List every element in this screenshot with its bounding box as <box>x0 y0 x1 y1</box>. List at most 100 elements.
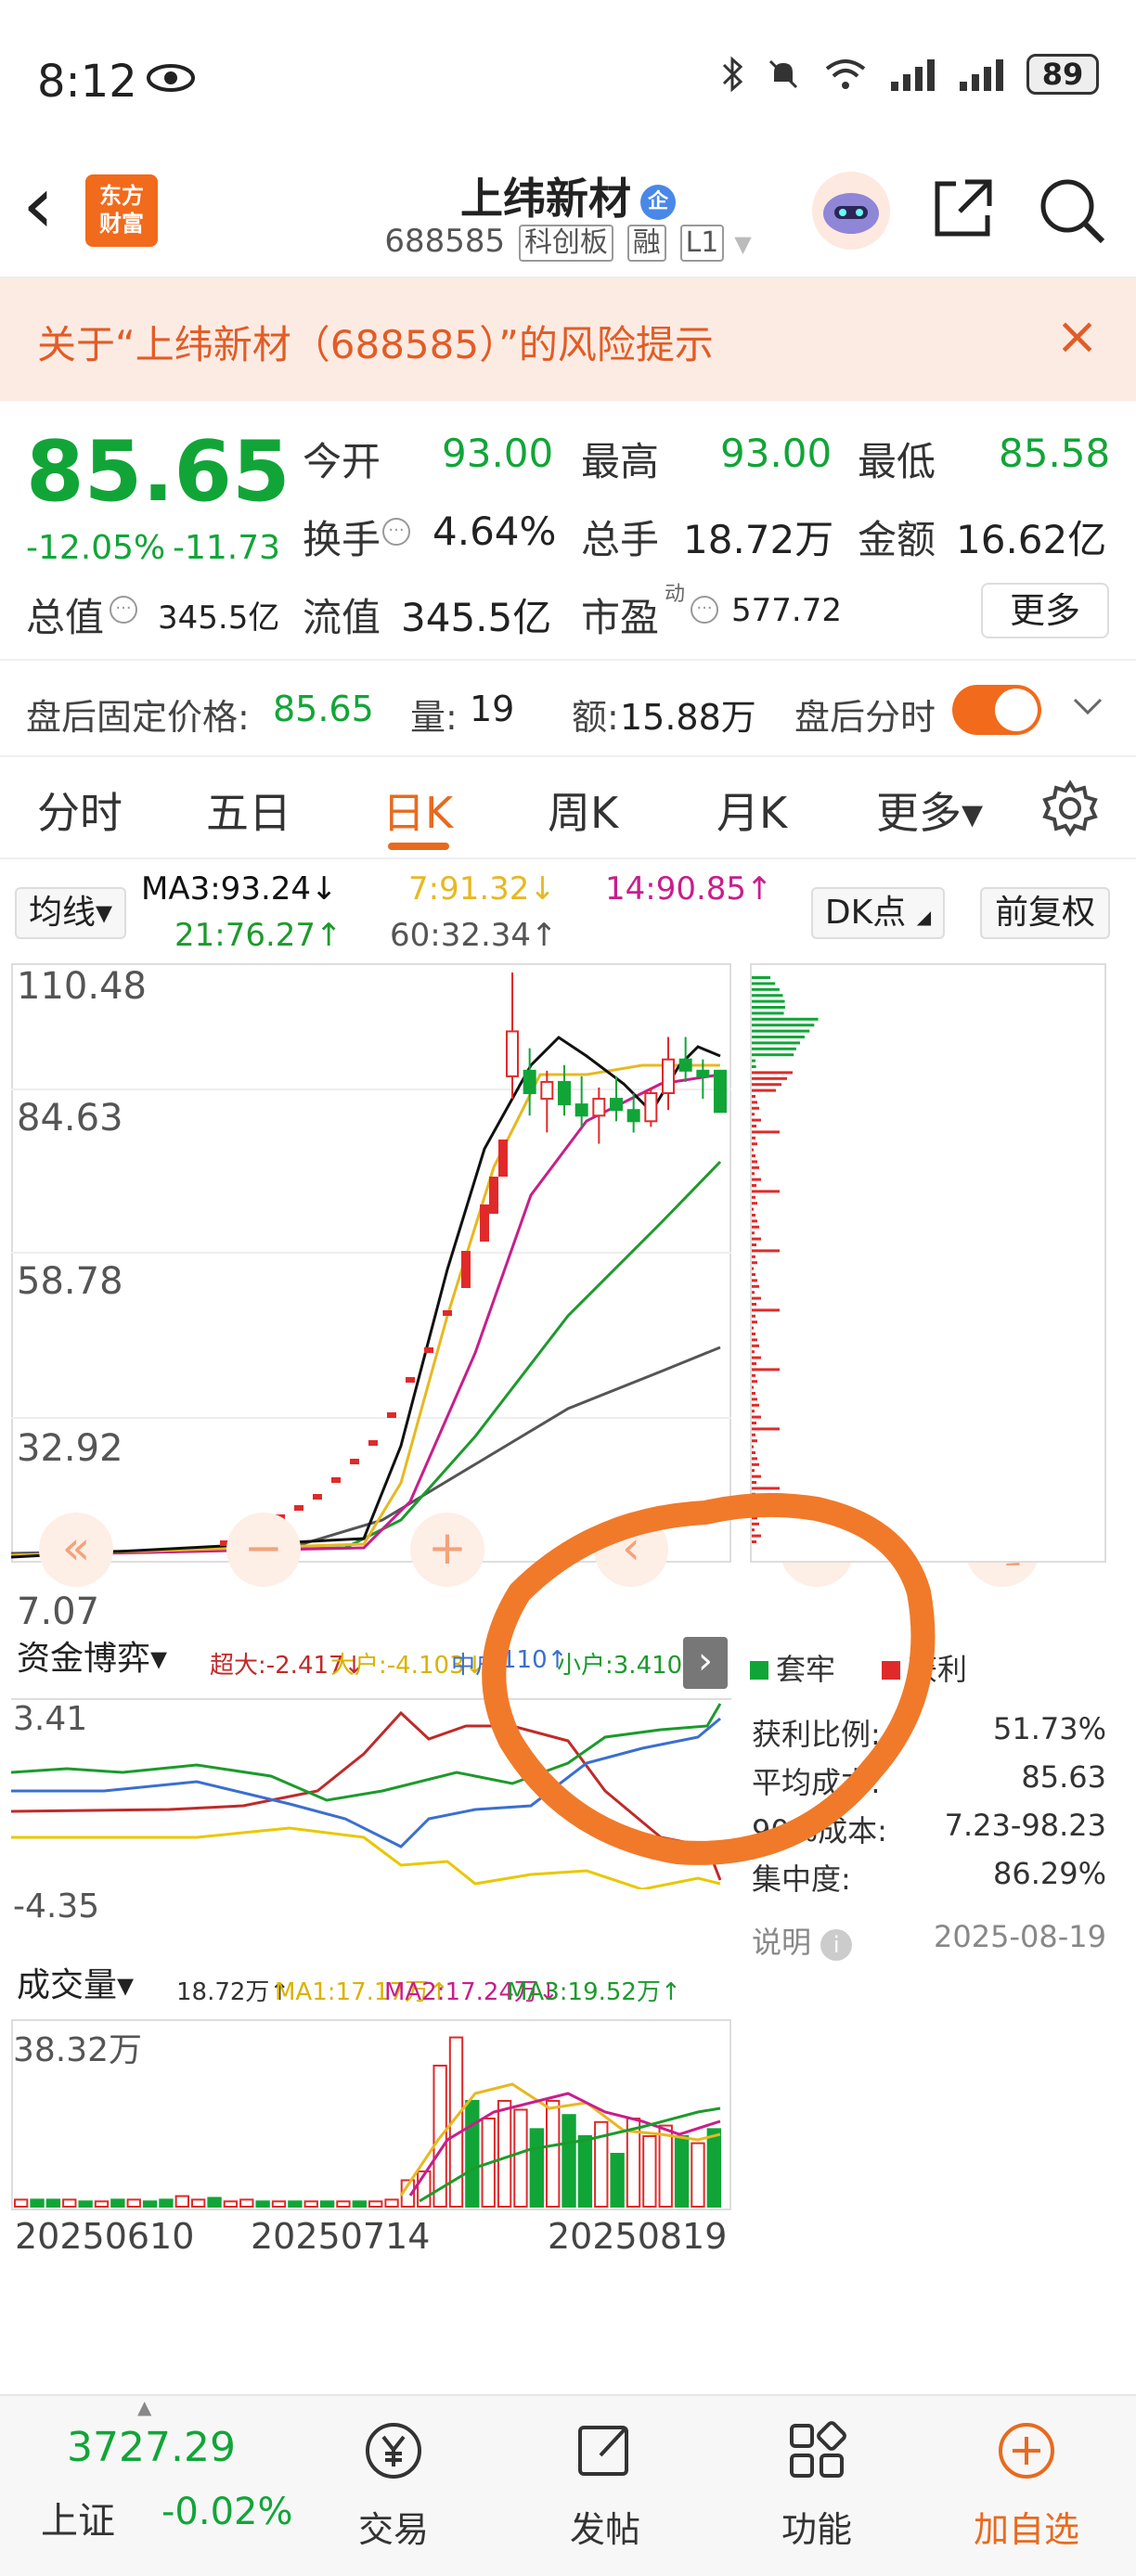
chip-bar <box>752 994 783 998</box>
chip-date: 2025-08-19 <box>934 1919 1106 1954</box>
high-value: 93.00 <box>720 431 833 476</box>
info-icon[interactable]: i <box>820 1929 853 1961</box>
info-icon[interactable]: ··· <box>382 518 410 546</box>
index-change: -0.02% <box>161 2491 293 2533</box>
volume-bar <box>706 2128 721 2208</box>
current-price: 85.65 <box>26 423 290 521</box>
chip-bar <box>752 1314 755 1318</box>
volume-bar <box>174 2195 190 2209</box>
chip-bar <box>752 1338 757 1342</box>
chip-bar <box>752 1207 754 1211</box>
chip-distribution-chart <box>750 963 1106 1563</box>
chip-bar <box>752 1036 805 1038</box>
tab-monthly-k[interactable]: 月K <box>716 779 787 841</box>
info-icon[interactable]: ··· <box>691 596 718 624</box>
search-icon[interactable] <box>1036 174 1108 247</box>
chip-bar <box>752 1083 781 1087</box>
fund-select[interactable]: 资金博弈▾ <box>11 1635 206 1687</box>
chevron-down-icon[interactable] <box>1071 696 1104 718</box>
bottom-nav: ▲ 3727.29 上证 -0.02% 交易 发帖 功能 加自选 <box>0 2394 1136 2576</box>
profit-ratio-value: 51.73% <box>992 1711 1106 1746</box>
volume-bar <box>126 2198 141 2208</box>
yuan-icon <box>366 2423 421 2479</box>
enterprise-badge: 企 <box>640 184 676 220</box>
chip-bar <box>752 1160 757 1164</box>
wifi-icon <box>825 59 866 89</box>
chip-bar <box>752 1024 815 1027</box>
nav-trade-label: 交易 <box>357 2509 429 2550</box>
early-candle <box>443 1310 452 1316</box>
ma7-value: 7:91.32↓ <box>408 870 556 908</box>
chip-bar <box>752 1166 759 1169</box>
chip-bar <box>752 1237 761 1241</box>
change-pct: -12.05% <box>26 529 166 567</box>
chip-bar <box>752 1385 754 1389</box>
info-icon[interactable]: ··· <box>110 596 137 624</box>
chip-bar <box>752 1380 757 1384</box>
nav-add-label: 加自选 <box>973 2509 1079 2550</box>
volume-label: 总手 <box>581 517 660 562</box>
gear-icon[interactable] <box>1041 779 1099 837</box>
volume-bar <box>546 2100 561 2208</box>
low-label: 最低 <box>858 439 936 484</box>
tab-daily-k[interactable]: 日K <box>382 779 453 841</box>
chip-bar <box>752 1017 819 1021</box>
after-vol-label: 量: <box>410 697 458 738</box>
volume-bar <box>191 2198 206 2208</box>
close-icon[interactable]: × <box>1055 306 1099 367</box>
volume-bar <box>288 2200 303 2209</box>
nav-function[interactable]: 功能 <box>752 2418 882 2552</box>
nav-add-watchlist[interactable]: 加自选 <box>962 2418 1091 2552</box>
after-hours-toggle[interactable] <box>952 685 1041 735</box>
zoom-out-button[interactable]: − <box>226 1513 301 1587</box>
chip-bar <box>752 1362 756 1365</box>
chip-bar <box>752 1261 757 1265</box>
plus-circle-icon <box>999 2423 1054 2479</box>
note-row[interactable]: 说明 i 2025-08-19 <box>752 1919 1106 1962</box>
after-amt-label: 额: <box>572 697 619 738</box>
after-hours-bar: 盘后固定价格: 85.65 量: 19 额: 15.88万 盘后分时 <box>0 659 1136 757</box>
chip-bar <box>752 1410 755 1413</box>
chip-bar <box>752 1059 756 1063</box>
chip-bar <box>752 1422 756 1424</box>
chip-bar <box>752 1231 755 1235</box>
ma60-value: 60:32.34↑ <box>390 917 558 954</box>
volume-select[interactable]: 成交量▾ <box>11 1962 171 2014</box>
volume-bar <box>513 2108 528 2208</box>
avg-cost-value: 85.63 <box>1021 1759 1106 1795</box>
ma-select[interactable]: 均线▾ <box>15 887 126 939</box>
kline-chart-area: 均线▾ MA3:93.24↓ 7:91.32↓ 14:90.85↑ 21:76.… <box>0 859 1136 2363</box>
tab-intraday[interactable]: 分时 <box>37 779 123 841</box>
rewind-button[interactable]: « <box>39 1513 113 1587</box>
risk-text[interactable]: 关于“上纬新材（688585）”的风险提示 <box>37 314 714 370</box>
tab-five-day[interactable]: 五日 <box>206 779 291 841</box>
candle <box>540 1080 554 1101</box>
adjust-button[interactable]: 前复权 <box>980 887 1110 939</box>
index-value[interactable]: 3727.29 <box>67 2424 236 2471</box>
chip-bar <box>752 1303 756 1306</box>
concentration-value: 86.29% <box>992 1856 1106 1891</box>
chip-bar <box>752 1267 754 1270</box>
robot-assistant-icon[interactable] <box>809 169 893 252</box>
volume-bar <box>384 2198 399 2208</box>
volume-bar <box>674 2135 690 2208</box>
chip-bar <box>752 1142 757 1146</box>
risk-banner[interactable]: 关于“上纬新材（688585）”的风险提示 × <box>0 278 1136 401</box>
bluetooth-icon <box>722 56 743 93</box>
nav-trade[interactable]: 交易 <box>329 2418 458 2552</box>
chip-bar <box>752 1041 800 1045</box>
index-name[interactable]: 上证 <box>41 2491 115 2544</box>
chip-bar <box>752 1125 756 1127</box>
early-candle <box>489 1177 498 1214</box>
tab-weekly-k[interactable]: 周K <box>548 779 618 841</box>
date-label-2: 20250714 <box>251 2216 431 2257</box>
mute-icon <box>768 59 798 89</box>
signal-icon <box>891 59 935 91</box>
dk-button[interactable]: DK点 ◢ <box>811 887 945 939</box>
more-button[interactable]: 更多 <box>981 583 1109 638</box>
share-icon[interactable] <box>928 174 997 243</box>
nav-post[interactable]: 发帖 <box>540 2418 670 2552</box>
tab-more[interactable]: 更多▾ <box>876 779 983 841</box>
dk-arrow-icon: ◢ <box>916 906 932 928</box>
early-candle <box>498 1140 508 1177</box>
